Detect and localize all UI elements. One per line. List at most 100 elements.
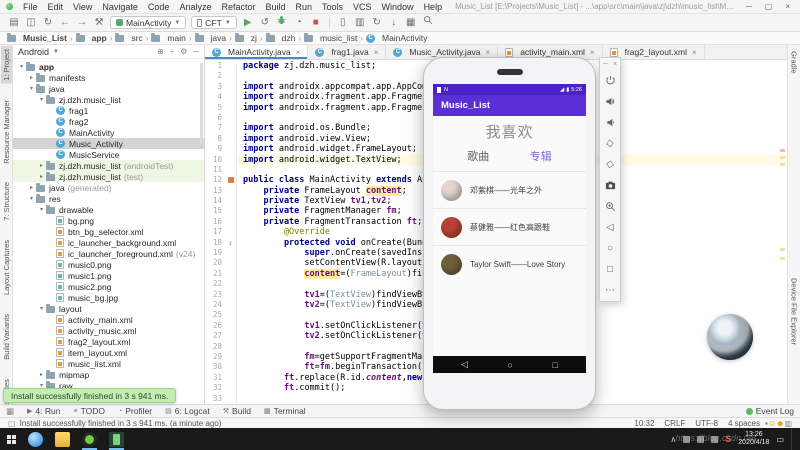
song-row[interactable]: 蔡健雅——红色高跟鞋 [433, 208, 586, 245]
close-tab-icon[interactable]: × [590, 48, 595, 57]
emulator-volume-down-icon[interactable] [600, 112, 620, 133]
hide-panel-icon[interactable]: ─ [193, 47, 199, 56]
save-all-icon[interactable]: ◫ [25, 16, 37, 30]
stripe-mark[interactable] [780, 163, 785, 166]
menu-view[interactable]: View [68, 2, 97, 12]
tool-stripe-gradle[interactable]: Gradle [789, 48, 800, 77]
tray-expand-icon[interactable]: ∧ [670, 435, 676, 444]
stripe-mark[interactable] [780, 156, 785, 159]
emulator-home-icon[interactable]: ○ [600, 238, 620, 259]
song-row[interactable]: Taylor Swift——Love Story [433, 245, 586, 282]
tree-item-zj-dzh-music-list[interactable]: ▸zj.dzh.music_list (test) [13, 171, 204, 182]
menu-file[interactable]: File [18, 2, 43, 12]
breadcrumb-item-mainactivity[interactable]: MainActivity [364, 33, 429, 43]
caret-position[interactable]: 10:32 [629, 419, 659, 428]
taskbar-emulator-icon[interactable] [109, 432, 124, 447]
emulator-power-icon[interactable] [600, 70, 620, 91]
event-log-button[interactable]: Event Log [746, 406, 794, 416]
emulator-close-icon[interactable]: × [613, 61, 617, 68]
layout-inspector-icon[interactable]: ▦ [405, 16, 417, 30]
gradle-sync-icon[interactable]: ↻ [371, 16, 383, 30]
file-encoding[interactable]: UTF-8 [690, 419, 723, 428]
tree-item-zj-dzh-music-list[interactable]: ▾zj.dzh.music_list [13, 94, 204, 105]
tree-item-mainactivity[interactable]: MainActivity [13, 127, 204, 138]
emulator-screenshot-icon[interactable] [600, 175, 620, 196]
menu-run[interactable]: Run [291, 2, 318, 12]
tool-stripe-device-file-explorer[interactable]: Device File Explorer [789, 275, 800, 348]
stop-button[interactable]: ■ [310, 16, 322, 30]
collapse-all-icon[interactable]: ÷ [170, 47, 174, 56]
tree-item-music0-png[interactable]: music0.png [13, 259, 204, 270]
menu-help[interactable]: Help [419, 2, 448, 12]
tree-arrow[interactable]: ▾ [37, 305, 46, 312]
menu-tools[interactable]: Tools [317, 2, 348, 12]
toolwindow-todo[interactable]: ≡TODO [73, 406, 105, 416]
line-ending[interactable]: CRLF [659, 419, 690, 428]
tray-icon[interactable] [711, 436, 718, 443]
song-row[interactable]: 邓紫棋——光年之外 [433, 171, 586, 208]
tree-arrow[interactable]: ▾ [17, 63, 26, 70]
taskbar-browser-icon[interactable] [28, 432, 43, 447]
breadcrumb-item-zj[interactable]: zj [233, 33, 259, 43]
open-icon[interactable]: ▤ [8, 16, 20, 30]
tree-arrow[interactable]: ▸ [27, 74, 36, 81]
menu-navigate[interactable]: Navigate [97, 2, 143, 12]
toolwindow-profiler[interactable]: ◔Profiler [118, 406, 152, 416]
tab-mainactivity-java[interactable]: MainActivity.java× [205, 45, 308, 59]
select-opened-file-icon[interactable]: ⊕ [157, 47, 164, 56]
notification-center-icon[interactable]: ▭ [776, 435, 784, 444]
tree-item-musicservice[interactable]: MusicService [13, 149, 204, 160]
tool-stripe-build-variants[interactable]: Build Variants [1, 311, 12, 363]
tree-item-activity-main-xml[interactable]: activity_main.xml [13, 314, 204, 325]
nav-overview-icon[interactable]: □ [553, 360, 558, 370]
start-button[interactable] [7, 435, 16, 444]
tool-stripe-7-structure[interactable]: 7: Structure [1, 179, 12, 224]
stripe-mark[interactable] [780, 257, 785, 260]
tree-item-ic-launcher-background-xml[interactable]: ic_launcher_background.xml [13, 237, 204, 248]
gear-icon[interactable]: ⚙ [180, 47, 187, 56]
project-scrollbar[interactable] [200, 63, 203, 143]
close-tab-icon[interactable]: × [296, 48, 301, 57]
tree-arrow[interactable]: ▸ [27, 184, 36, 191]
tree-arrow[interactable]: ▾ [37, 96, 46, 103]
close-tab-icon[interactable]: × [486, 48, 491, 57]
nav-back-icon[interactable]: ◁ [461, 359, 468, 370]
highlight-level-icon[interactable]: ☺ [768, 419, 776, 428]
menu-refactor[interactable]: Refactor [216, 2, 260, 12]
apply-changes-button[interactable]: ↺ [259, 16, 271, 30]
maximize-button[interactable]: ▢ [765, 2, 773, 11]
tree-arrow[interactable]: ▾ [27, 85, 36, 92]
app-tab-2[interactable]: 专辑 [530, 148, 552, 164]
toolwindow-build[interactable]: ⚒Build [223, 406, 251, 416]
tree-arrow[interactable]: ▸ [37, 162, 46, 169]
debug-button[interactable] [276, 15, 288, 30]
forward-icon[interactable]: → [76, 16, 88, 30]
tree-item-layout[interactable]: ▾layout [13, 303, 204, 314]
tree-item-music-bg-jpg[interactable]: music_bg.jpg [13, 292, 204, 303]
app-tab-1[interactable]: 歌曲 [467, 148, 489, 164]
sdk-manager-icon[interactable]: ↓ [388, 16, 400, 30]
emulator-minimize-icon[interactable]: ─ [603, 61, 608, 68]
run-button[interactable]: ▶ [242, 16, 254, 30]
tab-frag1-java[interactable]: frag1.java× [308, 45, 386, 59]
tree-item-frag2[interactable]: frag2 [13, 116, 204, 127]
toolwindow-6-logcat[interactable]: ▤6: Logcat [165, 406, 210, 416]
tree-arrow[interactable]: ▾ [27, 195, 36, 202]
device-select[interactable]: CFT ▼ [191, 16, 236, 29]
tree-item-music1-png[interactable]: music1.png [13, 270, 204, 281]
device-manager-icon[interactable]: ▥ [354, 16, 366, 30]
emulator-zoom-icon[interactable] [600, 196, 620, 217]
breadcrumb-item-java[interactable]: java [193, 33, 229, 43]
breadcrumb-item-app[interactable]: app [74, 33, 109, 43]
tree-arrow[interactable]: ▸ [37, 371, 46, 378]
tree-item-music-activity[interactable]: Music_Activity [13, 138, 204, 149]
tray-ime-icon[interactable]: S [725, 434, 731, 444]
project-view-select[interactable]: Android [18, 47, 49, 57]
emulator-volume-up-icon[interactable] [600, 91, 620, 112]
tree-item-btn-bg-selector-xml[interactable]: btn_bg_selector.xml [13, 226, 204, 237]
tree-item-java[interactable]: ▸java (generated) [13, 182, 204, 193]
inspection-icon[interactable]: ☻ [776, 419, 784, 428]
menu-edit[interactable]: Edit [43, 2, 69, 12]
close-tab-icon[interactable]: × [692, 48, 697, 57]
attach-debugger-icon[interactable]: ▯ [337, 16, 349, 30]
